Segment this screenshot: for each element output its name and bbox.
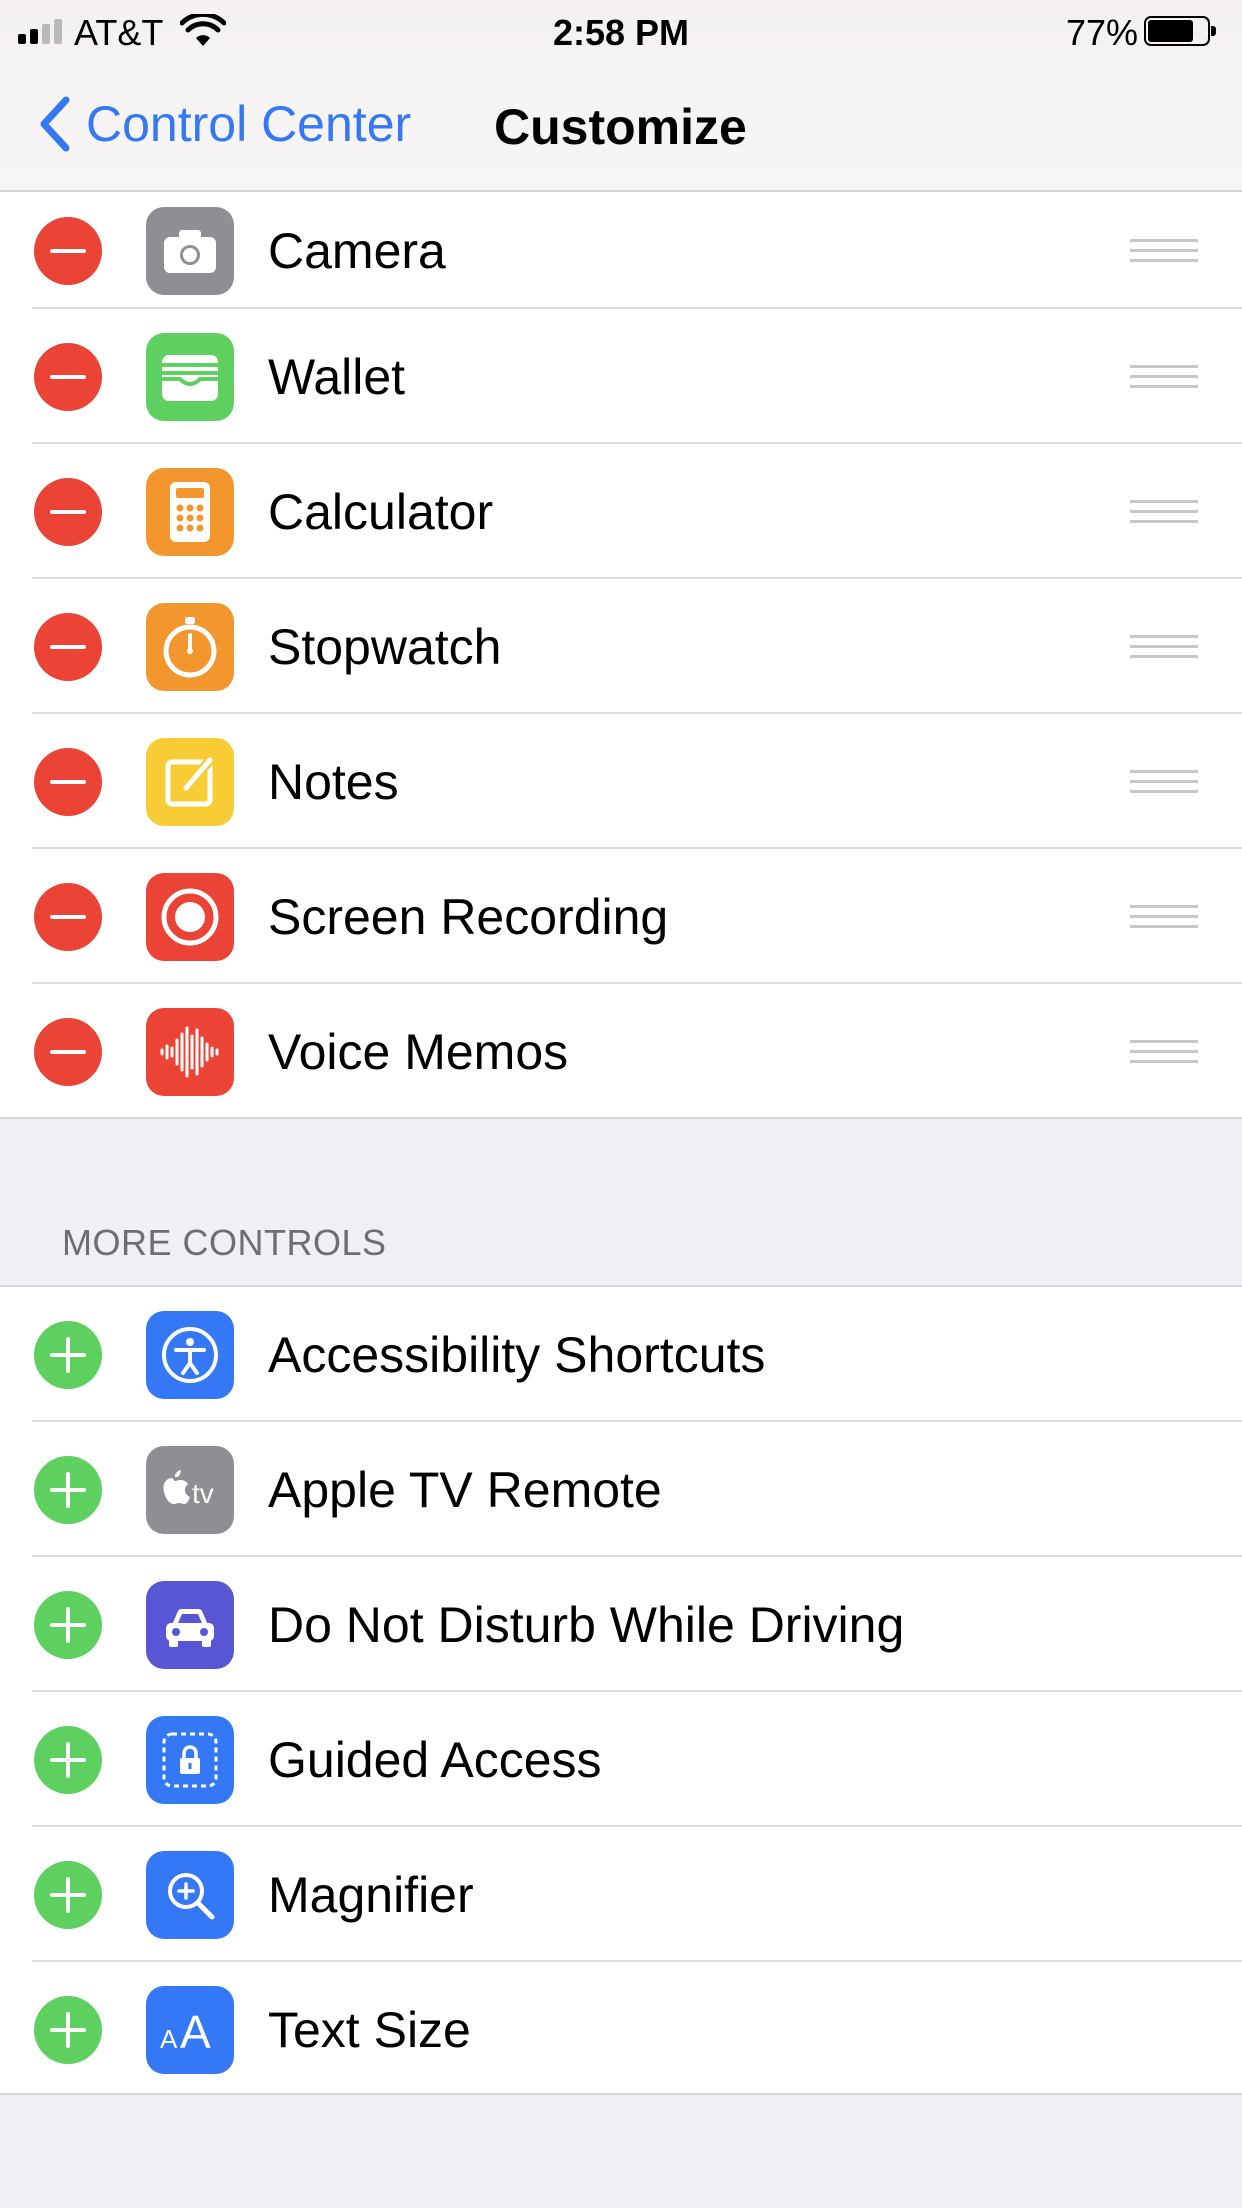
guided-access-icon xyxy=(146,1715,234,1804)
notes-icon xyxy=(146,737,234,826)
add-button[interactable] xyxy=(34,1320,102,1389)
list-item-camera: Camera xyxy=(0,192,1242,309)
remove-button[interactable] xyxy=(34,612,102,681)
stopwatch-icon xyxy=(146,602,234,691)
reorder-handle[interactable] xyxy=(1130,634,1198,659)
reorder-handle[interactable] xyxy=(1130,499,1198,524)
navigation-bar: Control Center Customize xyxy=(0,62,1242,192)
list-item-text-size: AA Text Size xyxy=(0,1962,1242,2097)
battery-icon xyxy=(1144,16,1216,46)
car-icon xyxy=(146,1580,234,1669)
add-button[interactable] xyxy=(34,1725,102,1794)
calculator-icon xyxy=(146,467,234,556)
accessibility-icon xyxy=(146,1310,234,1399)
remove-button[interactable] xyxy=(34,342,102,411)
top-bar: AT&T 2:58 PM 77% Control Center Customiz… xyxy=(0,0,1242,192)
apple-tv-icon: tv xyxy=(146,1445,234,1534)
remove-button[interactable] xyxy=(34,747,102,816)
list-item-label: Do Not Disturb While Driving xyxy=(268,1596,905,1653)
remove-button[interactable] xyxy=(34,216,102,285)
battery-percent: 77% xyxy=(1065,12,1138,53)
list-item-apple-tv-remote: tv Apple TV Remote xyxy=(0,1422,1242,1557)
list-item-label: Voice Memos xyxy=(268,1023,569,1080)
reorder-handle[interactable] xyxy=(1130,904,1198,929)
list-item-guided-access: Guided Access xyxy=(0,1692,1242,1827)
list-item-label: Magnifier xyxy=(268,1866,474,1923)
back-button-label: Control Center xyxy=(86,96,412,152)
screen-recording-icon xyxy=(146,872,234,961)
reorder-handle[interactable] xyxy=(1130,1039,1198,1064)
add-button[interactable] xyxy=(34,1455,102,1524)
reorder-handle[interactable] xyxy=(1130,364,1198,389)
reorder-handle[interactable] xyxy=(1130,238,1198,263)
list-item-label: Accessibility Shortcuts xyxy=(268,1326,766,1383)
included-controls-list: Camera Wallet Calculator Stopwatch Notes… xyxy=(0,192,1242,1119)
voice-memos-icon xyxy=(146,1007,234,1096)
svg-text:tv: tv xyxy=(192,1478,214,1509)
list-item-label: Text Size xyxy=(268,2001,471,2058)
status-bar: AT&T 2:58 PM 77% xyxy=(0,0,1242,62)
list-item-notes: Notes xyxy=(0,714,1242,849)
reorder-handle[interactable] xyxy=(1130,769,1198,794)
remove-button[interactable] xyxy=(34,1017,102,1086)
wallet-icon xyxy=(146,332,234,421)
add-button[interactable] xyxy=(34,1860,102,1929)
list-item-screen-recording: Screen Recording xyxy=(0,849,1242,984)
remove-button[interactable] xyxy=(34,477,102,546)
list-item-stopwatch: Stopwatch xyxy=(0,579,1242,714)
list-item-label: Camera xyxy=(268,222,446,279)
list-item-calculator: Calculator xyxy=(0,444,1242,579)
list-item-label: Stopwatch xyxy=(268,618,502,675)
text-size-icon: AA xyxy=(146,1985,234,2074)
list-item-label: Wallet xyxy=(268,348,406,405)
list-item-label: Guided Access xyxy=(268,1731,602,1788)
status-time: 2:58 PM xyxy=(552,12,690,53)
list-item-accessibility-shortcuts: Accessibility Shortcuts xyxy=(0,1287,1242,1422)
chevron-left-icon xyxy=(40,96,70,152)
list-item-wallet: Wallet xyxy=(0,309,1242,444)
svg-text:A: A xyxy=(180,2006,211,2058)
section-header-more-controls: MORE CONTROLS xyxy=(62,1222,387,1263)
add-button[interactable] xyxy=(34,1995,102,2064)
list-item-label: Screen Recording xyxy=(268,888,669,945)
remove-button[interactable] xyxy=(34,882,102,951)
list-item-voice-memos: Voice Memos xyxy=(0,984,1242,1119)
list-item-do-not-disturb-while-driving: Do Not Disturb While Driving xyxy=(0,1557,1242,1692)
list-item-label: Apple TV Remote xyxy=(268,1461,662,1518)
svg-text:A: A xyxy=(160,2024,178,2054)
page-title: Customize xyxy=(494,99,747,155)
camera-icon xyxy=(146,206,234,295)
add-button[interactable] xyxy=(34,1590,102,1659)
list-item-label: Calculator xyxy=(268,483,494,540)
list-item-magnifier: Magnifier xyxy=(0,1827,1242,1962)
magnifier-icon xyxy=(146,1850,234,1939)
more-controls-list: Accessibility Shortcuts tv Apple TV Remo… xyxy=(0,1285,1242,2095)
list-item-label: Notes xyxy=(268,753,399,810)
back-button[interactable]: Control Center xyxy=(36,94,411,154)
